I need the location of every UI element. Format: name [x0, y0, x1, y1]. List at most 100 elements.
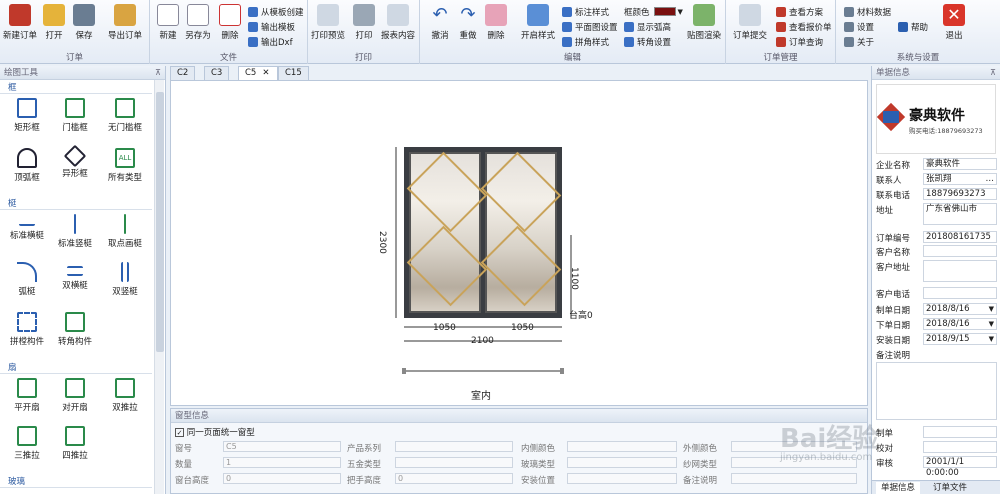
- checker-input[interactable]: [923, 441, 997, 453]
- tab-c5[interactable]: C5 ✕: [238, 66, 278, 80]
- tool-double-h-mullion[interactable]: 双横梃: [50, 262, 100, 291]
- tab-order-files[interactable]: 订单文件: [928, 482, 972, 494]
- corner-settings-icon: [624, 36, 634, 47]
- window-no-input[interactable]: C5: [223, 441, 341, 452]
- order-date-picker[interactable]: 2018/8/16 ▼: [923, 318, 997, 330]
- customer-address-input[interactable]: [923, 260, 997, 282]
- field-label: 审核: [876, 459, 894, 469]
- field-label: 窗号: [175, 444, 193, 454]
- tool-casement-sash[interactable]: 平开扇: [2, 378, 52, 413]
- install-position-select[interactable]: [567, 473, 677, 484]
- sidebar-scrollbar[interactable]: [154, 80, 164, 494]
- inner-color-select[interactable]: [567, 441, 677, 452]
- new-file-icon: [157, 4, 179, 26]
- customer-name-input[interactable]: [923, 245, 997, 257]
- tool-rect-frame[interactable]: 矩形框: [2, 98, 52, 133]
- unify-window-checkbox[interactable]: ✓ 同一页面统一窗型: [175, 426, 255, 438]
- drawing-canvas[interactable]: 2300 1100 台高0 1050 1050 2100 室内: [170, 80, 868, 406]
- tool-no-sill-frame[interactable]: 无门槛框: [100, 98, 150, 133]
- handle-height-input[interactable]: 0: [395, 473, 513, 484]
- pin-icon[interactable]: ⊼: [155, 66, 161, 80]
- scroll-thumb[interactable]: [156, 92, 164, 352]
- tool-quad-slide[interactable]: 四推拉: [50, 426, 100, 461]
- exit-button[interactable]: ✕ 退出: [936, 4, 972, 41]
- plan-settings-button[interactable]: 平面图设置: [562, 20, 618, 33]
- tool-arc-mullion[interactable]: 弧梃: [2, 262, 52, 297]
- help-button[interactable]: 帮助: [898, 20, 928, 33]
- export-order-button[interactable]: 导出订单: [104, 4, 146, 41]
- output-template-button[interactable]: 输出模板: [248, 20, 295, 33]
- sill-height-input[interactable]: 0: [223, 473, 341, 484]
- tab-c2[interactable]: C2: [170, 66, 196, 80]
- remarks-input[interactable]: [731, 473, 857, 484]
- tool-joint-part[interactable]: 拼樘构件: [2, 312, 52, 347]
- new-order-button[interactable]: 新建订单: [2, 4, 38, 41]
- remarks-textarea[interactable]: [876, 362, 997, 420]
- quantity-input[interactable]: 1: [223, 457, 341, 468]
- tool-arch-frame[interactable]: 顶弧框: [2, 148, 52, 183]
- ellipsis-icon[interactable]: …: [986, 174, 995, 185]
- order-query-button[interactable]: 订单查询: [776, 35, 823, 48]
- print-preview-button[interactable]: 打印预览: [310, 4, 346, 41]
- print-button[interactable]: 打印: [346, 4, 382, 41]
- view-plan-button[interactable]: 查看方案: [776, 5, 823, 18]
- company-name-input[interactable]: 豪典软件: [923, 158, 997, 170]
- submit-order-button[interactable]: 订单提交: [730, 4, 770, 41]
- double-h-mullion-icon: [67, 266, 83, 276]
- tool-point-mullion[interactable]: 取点画梃: [100, 214, 150, 249]
- tool-double-slide[interactable]: 双推拉: [100, 378, 150, 413]
- customer-phone-input[interactable]: [923, 287, 997, 299]
- settings-button[interactable]: 设置: [844, 20, 874, 33]
- save-as-button[interactable]: 另存为: [180, 4, 216, 41]
- tool-double-v-mullion[interactable]: 双竖梃: [100, 262, 150, 297]
- tool-all-types[interactable]: ALL 所有类型: [100, 148, 150, 183]
- tab-c3[interactable]: C3: [204, 66, 230, 80]
- tool-std-h-mullion[interactable]: 标准横梃: [2, 214, 52, 241]
- tool-shaped-frame[interactable]: 异形框: [50, 144, 100, 179]
- corner-settings-button[interactable]: 转角设置: [624, 35, 671, 48]
- field-label: 下单日期: [876, 321, 911, 331]
- frame-color-picker[interactable]: 框颜色 ▼: [624, 5, 683, 18]
- view-quote-button[interactable]: 查看报价单: [776, 20, 832, 33]
- phone-input[interactable]: 18879693273: [923, 188, 997, 200]
- field-label: 五金类型: [347, 460, 382, 470]
- corner-style-button[interactable]: 拼角样式: [562, 35, 609, 48]
- install-date-picker[interactable]: 2018/9/15 ▼: [923, 333, 997, 345]
- about-button[interactable]: 关于: [844, 35, 874, 48]
- tab-c15[interactable]: C15: [278, 66, 309, 80]
- arc-icon: [624, 21, 634, 32]
- order-no-input[interactable]: 201808161735: [923, 231, 997, 243]
- corner-part-icon: [65, 312, 85, 332]
- glass-type-select[interactable]: [567, 457, 677, 468]
- pin-icon[interactable]: ⊼: [990, 66, 996, 80]
- tool-std-v-mullion[interactable]: 标准竖梃: [50, 214, 100, 249]
- enable-style-button[interactable]: 开启样式: [518, 4, 558, 41]
- from-template-button[interactable]: 从模板创建: [248, 5, 304, 18]
- group-file: 新建 另存为 删除 从模板创建 输出模板 输出Dxf 文件: [150, 0, 308, 64]
- report-content-button[interactable]: 报表内容: [380, 4, 416, 41]
- save-button[interactable]: 保存: [66, 4, 102, 41]
- tool-corner-part[interactable]: 转角构件: [50, 312, 100, 347]
- output-dxf-button[interactable]: 输出Dxf: [248, 35, 293, 48]
- tool-double-casement[interactable]: 对开扇: [50, 378, 100, 413]
- triple-slide-icon: [17, 426, 37, 446]
- erase-button[interactable]: 删除: [478, 4, 514, 41]
- delete-file-button[interactable]: 删除: [212, 4, 248, 41]
- texture-render-button[interactable]: 贴图渲染: [684, 4, 724, 41]
- material-data-button[interactable]: 材料数据: [844, 5, 891, 18]
- hardware-type-select[interactable]: [395, 457, 513, 468]
- product-series-select[interactable]: [395, 441, 513, 452]
- show-arc-height-toggle[interactable]: 显示弧高: [624, 20, 671, 33]
- close-tab-icon[interactable]: ✕: [262, 68, 269, 78]
- dimension-style-button[interactable]: 标注样式: [562, 5, 609, 18]
- style-icon: [527, 4, 549, 26]
- tool-triple-slide[interactable]: 三推拉: [2, 426, 52, 461]
- contact-input[interactable]: 张凯翔…: [923, 173, 997, 185]
- maker-input[interactable]: [923, 426, 997, 438]
- create-date-picker[interactable]: 2018/8/16 ▼: [923, 303, 997, 315]
- address-input[interactable]: 广东省佛山市: [923, 203, 997, 225]
- review-input[interactable]: 2001/1/1 0:00:00: [923, 456, 997, 478]
- tab-document-info[interactable]: 单据信息: [876, 482, 921, 494]
- v-mullion-icon: [74, 214, 76, 234]
- tool-sill-frame[interactable]: 门槛框: [50, 98, 100, 133]
